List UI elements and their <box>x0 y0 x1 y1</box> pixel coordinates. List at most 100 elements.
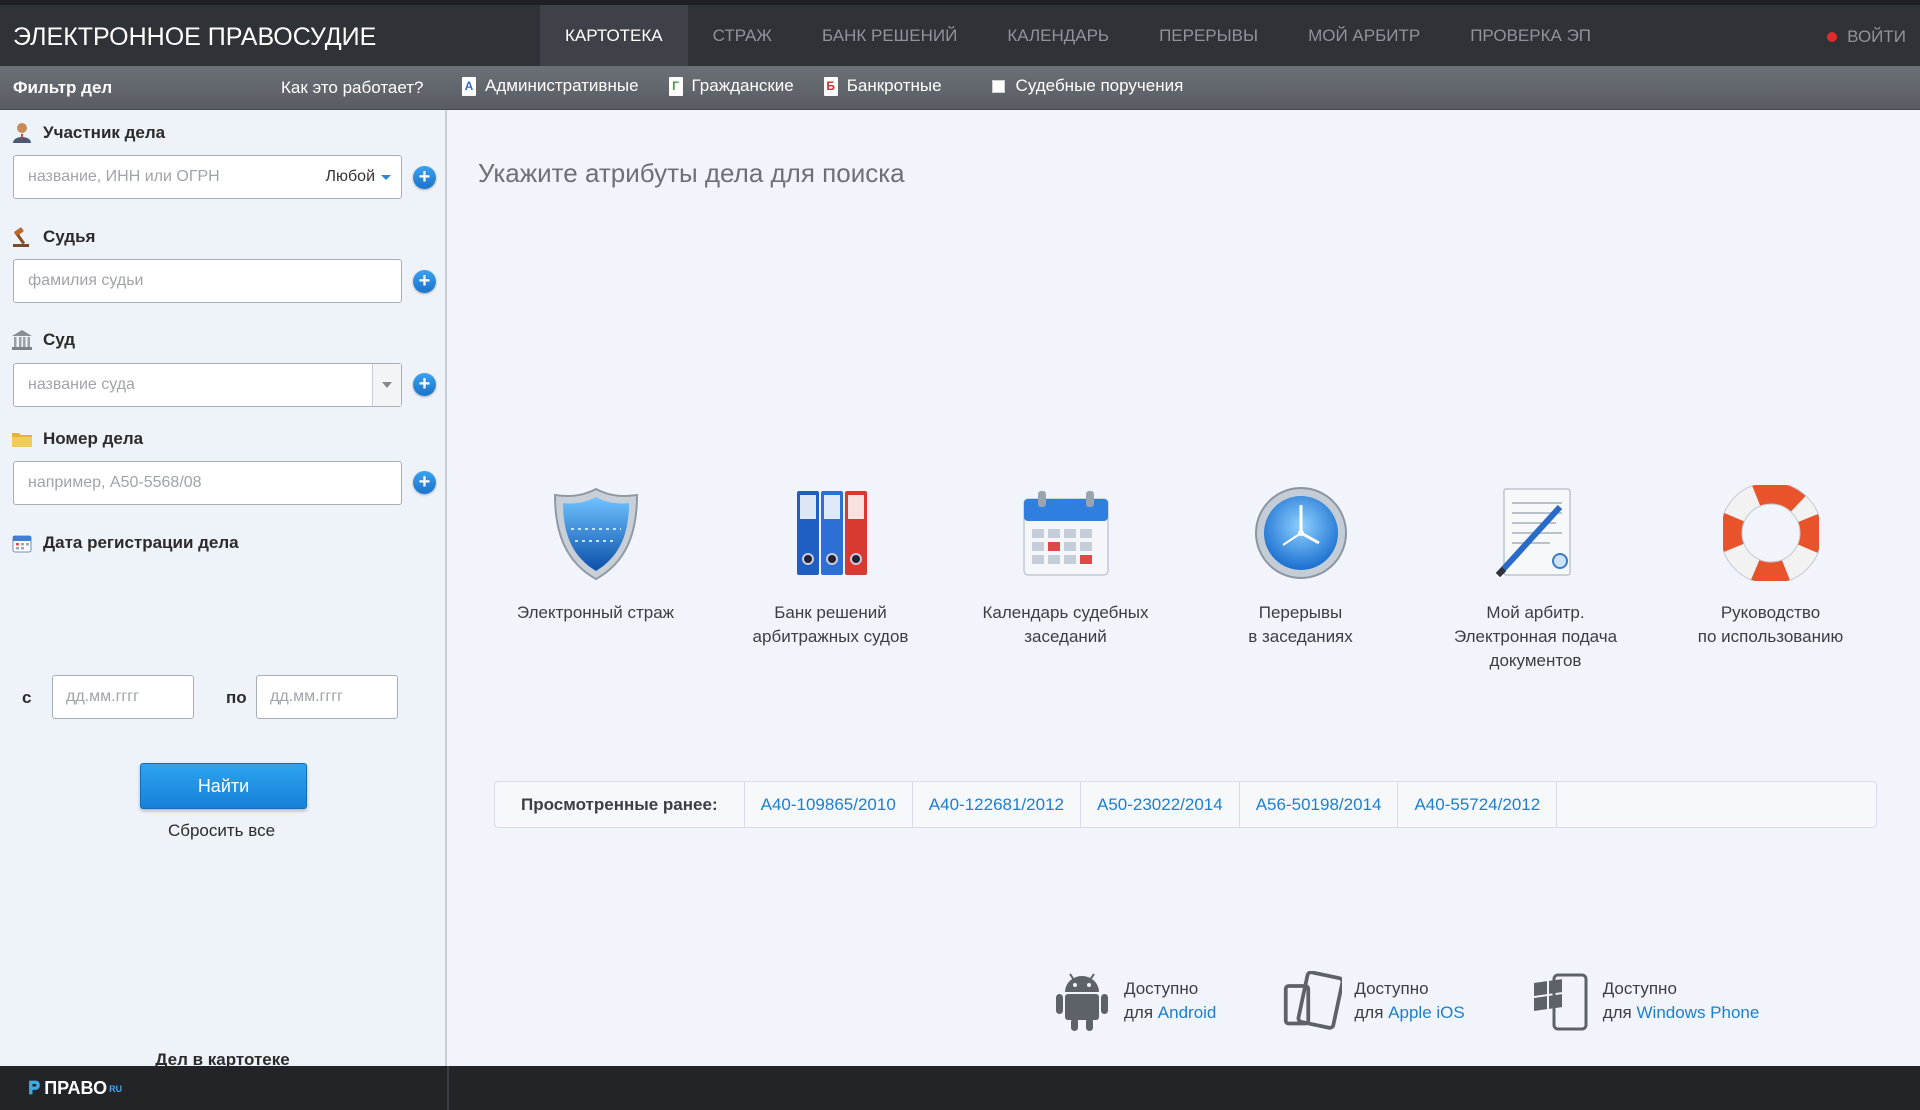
filter-bar: Фильтр дел Как это работает? А Администр… <box>0 66 1920 110</box>
feature-caption: Банк решений арбитражных судов <box>752 603 909 646</box>
tab-strazh[interactable]: СТРАЖ <box>688 5 797 66</box>
judge-label: Судья <box>43 227 96 246</box>
gavel-icon <box>11 226 33 248</box>
binders-icon <box>781 483 881 583</box>
case-number-input[interactable] <box>28 474 401 492</box>
calendar-icon <box>1016 483 1116 583</box>
reset-all-link[interactable]: Сбросить все <box>0 821 443 841</box>
clock-icon <box>1251 483 1351 583</box>
ios-link[interactable]: Apple iOS <box>1388 1003 1465 1022</box>
app-android[interactable]: Доступно для Android <box>1052 968 1216 1034</box>
courthouse-icon <box>11 329 33 351</box>
filter-administrative-label: Административные <box>485 76 639 95</box>
case-type-filters: А Административные Г Гражданские Б Банкр… <box>462 76 1213 96</box>
tab-bank-resheniy[interactable]: БАНК РЕШЕНИЙ <box>797 5 982 66</box>
feature-decisions-bank[interactable]: Банк решений арбитражных судов <box>713 483 948 673</box>
pravo-logo[interactable]: 𝐏 ПРАВО RU <box>28 1078 122 1099</box>
lifebuoy-icon <box>1721 483 1821 583</box>
recent-case-link[interactable]: А40-122681/2012 <box>913 781 1081 828</box>
recent-case-link[interactable]: А40-109865/2010 <box>745 781 913 828</box>
find-button[interactable]: Найти <box>140 763 307 809</box>
nav-tabs: КАРТОТЕКА СТРАЖ БАНК РЕШЕНИЙ КАЛЕНДАРЬ П… <box>540 5 1616 66</box>
feature-electronic-guard[interactable]: Электронный страж <box>478 483 713 673</box>
court-orders-checkbox[interactable] <box>991 79 1005 93</box>
pravo-logo-sup: RU <box>109 1083 123 1094</box>
judge-input[interactable] <box>28 272 401 290</box>
filter-title: Фильтр дел <box>13 78 113 97</box>
pravo-logo-icon: 𝐏 <box>28 1078 41 1098</box>
feature-caption: Календарь судебных заседаний <box>982 603 1149 646</box>
tab-calendar[interactable]: КАЛЕНДАРЬ <box>982 5 1134 66</box>
date-to-input[interactable] <box>270 688 397 706</box>
calendar-small-icon <box>11 532 33 554</box>
site-brand[interactable]: ЭЛЕКТРОННОЕ ПРАВОСУДИЕ <box>13 23 376 52</box>
participant-input[interactable] <box>28 168 298 186</box>
recent-cases-bar: Просмотренные ранее: А40-109865/2010 А40… <box>494 781 1877 828</box>
bankruptcy-doc-icon: Б <box>823 76 838 96</box>
top-navbar: ЭЛЕКТРОННОЕ ПРАВОСУДИЕ КАРТОТЕКА СТРАЖ Б… <box>0 0 1920 66</box>
filter-bankruptcy[interactable]: Б Банкротные <box>823 76 942 96</box>
android-icon <box>1052 968 1112 1034</box>
participant-role-select[interactable]: Любой <box>326 168 391 186</box>
court-label-row: Суд <box>11 329 75 351</box>
windows-phone-link[interactable]: Windows Phone <box>1637 1003 1760 1022</box>
feature-caption: Мой арбитр. Электронная подача документов <box>1453 603 1618 670</box>
add-participant-button[interactable]: + <box>413 166 436 189</box>
participant-field: Любой <box>13 155 402 199</box>
feature-caption: Электронный страж <box>516 603 675 622</box>
judge-field <box>13 259 402 303</box>
feature-user-guide[interactable]: Руководство по использованию <box>1653 483 1888 673</box>
filter-civil-label: Гражданские <box>691 76 794 95</box>
app-windows-phone-text: Доступно для Windows Phone <box>1602 979 1760 1022</box>
app-ios[interactable]: Доступно для Apple iOS <box>1282 968 1465 1034</box>
recent-case-link[interactable]: А50-23022/2014 <box>1081 781 1240 828</box>
feature-caption: Перерывы в заседаниях <box>1248 603 1353 646</box>
filter-administrative[interactable]: А Административные <box>462 76 639 96</box>
app-windows-phone[interactable]: Доступно для Windows Phone <box>1531 968 1760 1034</box>
civil-doc-icon: Г <box>668 76 683 96</box>
status-dot-icon <box>1827 32 1838 42</box>
how-it-works-link[interactable]: Как это работает? <box>281 78 424 98</box>
court-label: Суд <box>43 330 76 349</box>
recent-case-link[interactable]: А56-50198/2014 <box>1240 781 1399 828</box>
app-ios-text: Доступно для Apple iOS <box>1354 979 1465 1022</box>
participant-label-row: Участник дела <box>11 122 165 144</box>
feature-my-arbitr[interactable]: Мой арбитр. Электронная подача документов <box>1418 483 1653 673</box>
court-input[interactable] <box>28 376 358 394</box>
add-judge-button[interactable]: + <box>413 270 436 293</box>
court-dropdown-button[interactable] <box>372 364 401 406</box>
footer: 𝐏 ПРАВО RU <box>0 1066 1920 1110</box>
shield-icon <box>546 483 646 583</box>
login-label: ВОЙТИ <box>1847 27 1906 46</box>
tab-breaks[interactable]: ПЕРЕРЫВЫ <box>1134 5 1283 66</box>
android-link[interactable]: Android <box>1158 1003 1217 1022</box>
date-to-label: по <box>226 688 247 707</box>
add-case-number-button[interactable]: + <box>413 471 436 494</box>
recent-case-link[interactable]: А40-55724/2012 <box>1398 781 1558 828</box>
judge-label-row: Судья <box>11 226 95 248</box>
case-number-label: Номер дела <box>43 429 144 448</box>
chevron-down-icon <box>381 174 391 180</box>
date-from-input[interactable] <box>66 688 193 706</box>
login-link[interactable]: ВОЙТИ <box>1827 27 1906 47</box>
page-title: Укажите атрибуты дела для поиска <box>478 158 905 188</box>
feature-tiles: Электронный страж Банк решений арбитражны… <box>478 483 1888 673</box>
tab-kartoteka[interactable]: КАРТОТЕКА <box>540 5 688 66</box>
date-label: Дата регистрации дела <box>43 533 239 552</box>
case-number-label-row: Номер дела <box>11 428 143 450</box>
tab-check-signature[interactable]: ПРОВЕРКА ЭП <box>1445 5 1616 66</box>
feature-caption: Руководство по использованию <box>1697 603 1844 646</box>
date-from-field <box>52 675 194 719</box>
mobile-apps: Доступно для Android Доступно для Apple … <box>1052 968 1825 1034</box>
court-field <box>13 363 402 407</box>
filter-court-orders[interactable]: Судебные поручения <box>972 76 1184 96</box>
windows-phone-icon <box>1531 968 1591 1034</box>
feature-session-breaks[interactable]: Перерывы в заседаниях <box>1183 483 1418 673</box>
feature-court-calendar[interactable]: Календарь судебных заседаний <box>948 483 1183 673</box>
filter-court-orders-label: Судебные поручения <box>1015 76 1184 95</box>
date-label-row: Дата регистрации дела <box>11 532 239 554</box>
filter-civil[interactable]: Г Гражданские <box>668 76 794 96</box>
tab-my-arbitr[interactable]: МОЙ АРБИТР <box>1283 5 1445 66</box>
chevron-down-icon <box>382 382 392 388</box>
add-court-button[interactable]: + <box>413 373 436 396</box>
